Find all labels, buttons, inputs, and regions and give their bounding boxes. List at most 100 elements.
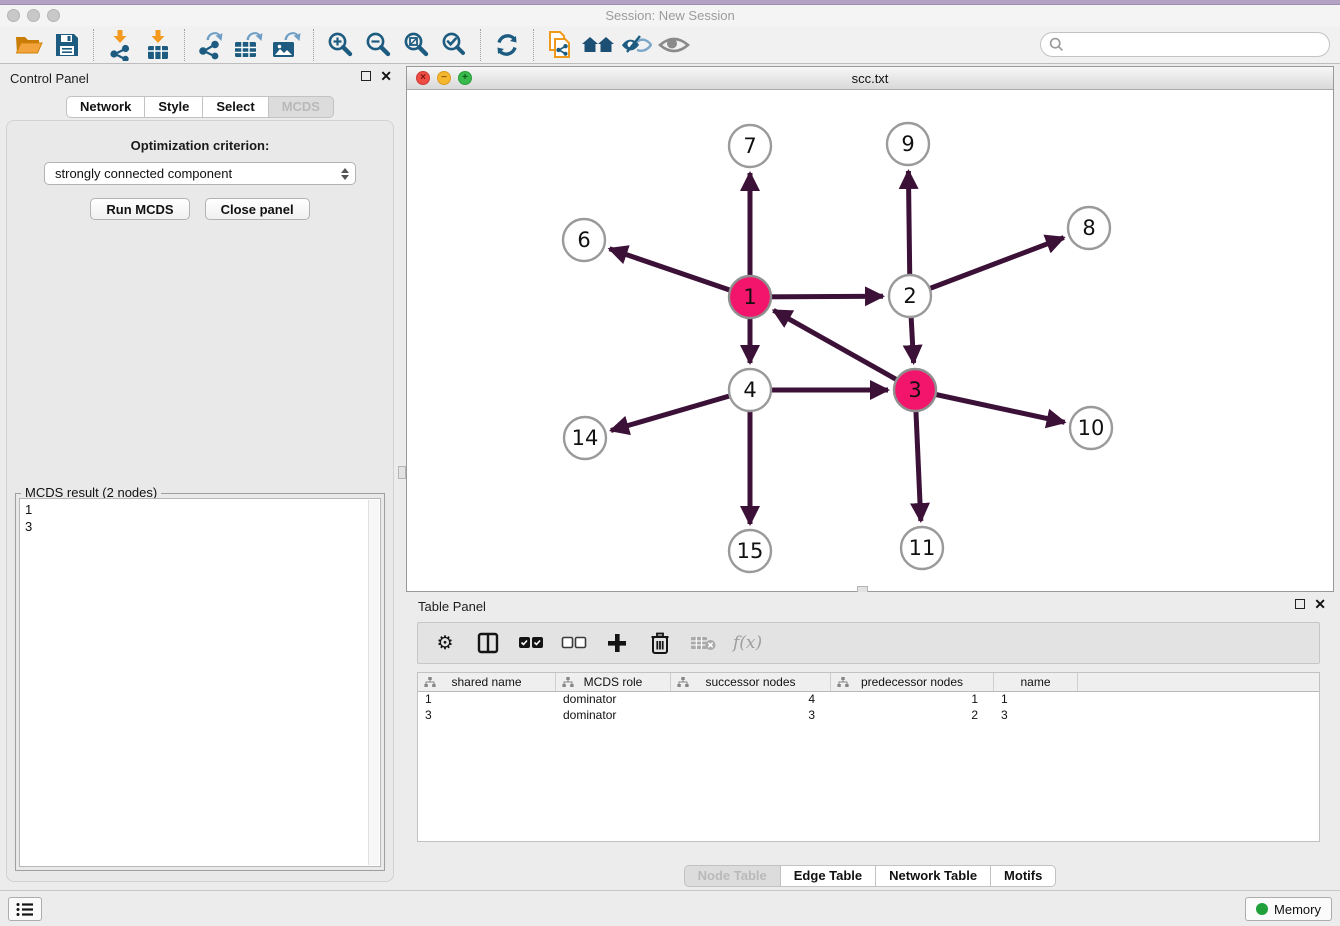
export-table-button[interactable]	[230, 28, 268, 62]
graph-edge-1-6[interactable]	[610, 249, 751, 297]
table-panel: Table Panel ✕ ⚙	[406, 592, 1334, 888]
tab-network-table[interactable]: Network Table	[876, 865, 991, 887]
clone-network-icon	[546, 30, 574, 60]
select-all-columns-button[interactable]	[518, 626, 544, 660]
export-image-button[interactable]	[268, 28, 306, 62]
graph-node-15[interactable]: 15	[729, 530, 771, 572]
delete-column-button[interactable]	[647, 626, 673, 660]
svg-text:15: 15	[737, 539, 764, 563]
run-mcds-button[interactable]: Run MCDS	[90, 198, 189, 220]
cell-predecessor-nodes[interactable]: 2	[831, 708, 994, 724]
table-panel-title: Table Panel	[418, 599, 486, 614]
graph-node-11[interactable]: 11	[901, 527, 943, 569]
cell-successor-nodes[interactable]: 3	[671, 708, 831, 724]
show-columns-button[interactable]	[475, 626, 501, 660]
graph-node-7[interactable]: 7	[729, 125, 771, 167]
control-panel-tabs: Network Style Select MCDS	[0, 96, 400, 118]
table-row[interactable]: 3 dominator 3 2 3	[418, 708, 1319, 724]
result-scrollbar-track[interactable]	[368, 500, 379, 865]
tab-edge-table[interactable]: Edge Table	[781, 865, 876, 887]
status-bar: Memory	[0, 890, 1340, 926]
close-panel-icon[interactable]: ✕	[380, 70, 392, 82]
delete-table-icon	[690, 634, 716, 652]
column-header-name[interactable]: name	[994, 673, 1078, 691]
column-header-shared-name[interactable]: shared name	[418, 673, 556, 691]
hide-selected-button[interactable]	[617, 28, 655, 62]
window-titlebar: Session: New Session	[0, 5, 1340, 26]
table-row[interactable]: 1 dominator 4 1 1	[418, 692, 1319, 708]
svg-text:6: 6	[577, 228, 590, 252]
column-header-mcds-role[interactable]: MCDS role	[556, 673, 671, 691]
first-neighbors-button[interactable]	[579, 28, 617, 62]
delete-table-button[interactable]	[690, 626, 716, 660]
cell-name[interactable]: 3	[994, 708, 1078, 724]
zoom-fit-icon	[402, 31, 430, 59]
save-session-button[interactable]	[48, 28, 86, 62]
clone-network-button[interactable]	[541, 28, 579, 62]
graph-node-10[interactable]: 10	[1070, 407, 1112, 449]
plus-icon	[607, 633, 627, 653]
tab-mcds[interactable]: MCDS	[269, 96, 334, 118]
cell-successor-nodes[interactable]: 4	[671, 692, 831, 708]
cell-shared-name[interactable]: 1	[418, 692, 556, 708]
table-settings-button[interactable]: ⚙	[432, 626, 458, 660]
tab-select[interactable]: Select	[203, 96, 268, 118]
graph-edge-3-10[interactable]	[915, 390, 1065, 422]
unselect-all-columns-button[interactable]	[561, 626, 587, 660]
import-network-icon	[107, 29, 133, 61]
column-header-successor-nodes[interactable]: successor nodes	[671, 673, 831, 691]
tab-node-table[interactable]: Node Table	[684, 865, 781, 887]
open-file-button[interactable]	[10, 28, 48, 62]
float-panel-icon[interactable]	[361, 71, 371, 81]
vertical-splitter-handle[interactable]	[398, 466, 406, 479]
graph-edge-2-8[interactable]	[910, 238, 1064, 296]
create-column-button[interactable]	[604, 626, 630, 660]
graph-node-8[interactable]: 8	[1068, 207, 1110, 249]
main-toolbar	[0, 26, 1340, 64]
zoom-fit-button[interactable]	[397, 28, 435, 62]
function-builder-button[interactable]: f(x)	[733, 626, 762, 660]
cell-mcds-role[interactable]: dominator	[556, 692, 671, 708]
toolbar-separator	[93, 29, 94, 61]
import-table-button[interactable]	[139, 28, 177, 62]
graph-node-14[interactable]: 14	[564, 417, 606, 459]
graph-node-2[interactable]: 2	[889, 275, 931, 317]
zoom-in-button[interactable]	[321, 28, 359, 62]
close-panel-button[interactable]: Close panel	[205, 198, 310, 220]
graph-node-4[interactable]: 4	[729, 369, 771, 411]
cell-mcds-role[interactable]: dominator	[556, 708, 671, 724]
column-header-predecessor-nodes[interactable]: predecessor nodes	[831, 673, 994, 691]
show-all-button[interactable]	[655, 28, 693, 62]
task-history-button[interactable]	[8, 897, 42, 921]
graph-node-9[interactable]: 9	[887, 123, 929, 165]
mcds-result-item: 1	[25, 501, 375, 518]
tab-style[interactable]: Style	[145, 96, 203, 118]
search-input[interactable]	[1069, 35, 1329, 55]
mcds-result-list[interactable]: 1 3	[19, 498, 381, 867]
network-graph[interactable]: 7 9 6 8 1 2 4 3 14 10 15 11	[407, 90, 1333, 591]
graph-node-3[interactable]: 3	[894, 369, 936, 411]
zoom-selected-icon	[440, 31, 468, 59]
network-window-titlebar: × − + scc.txt	[407, 67, 1333, 90]
cell-shared-name[interactable]: 3	[418, 708, 556, 724]
import-network-button[interactable]	[101, 28, 139, 62]
close-table-panel-icon[interactable]: ✕	[1314, 598, 1326, 610]
cell-name[interactable]: 1	[994, 692, 1078, 708]
zoom-selected-button[interactable]	[435, 28, 473, 62]
criterion-dropdown[interactable]: strongly connected component	[44, 162, 356, 185]
cell-predecessor-nodes[interactable]: 1	[831, 692, 994, 708]
graph-node-6[interactable]: 6	[563, 219, 605, 261]
hierarchy-icon	[562, 677, 574, 688]
toolbar-separator	[533, 29, 534, 61]
export-network-icon	[196, 30, 226, 60]
tab-motifs[interactable]: Motifs	[991, 865, 1056, 887]
graph-node-1[interactable]: 1	[729, 276, 771, 318]
zoom-out-button[interactable]	[359, 28, 397, 62]
graph-edge-3-1[interactable]	[774, 310, 916, 390]
tab-network[interactable]: Network	[66, 96, 145, 118]
export-network-button[interactable]	[192, 28, 230, 62]
memory-button[interactable]: Memory	[1245, 897, 1332, 921]
criterion-dropdown-value: strongly connected component	[55, 166, 341, 181]
refresh-view-button[interactable]	[488, 28, 526, 62]
float-table-panel-icon[interactable]	[1295, 599, 1305, 609]
